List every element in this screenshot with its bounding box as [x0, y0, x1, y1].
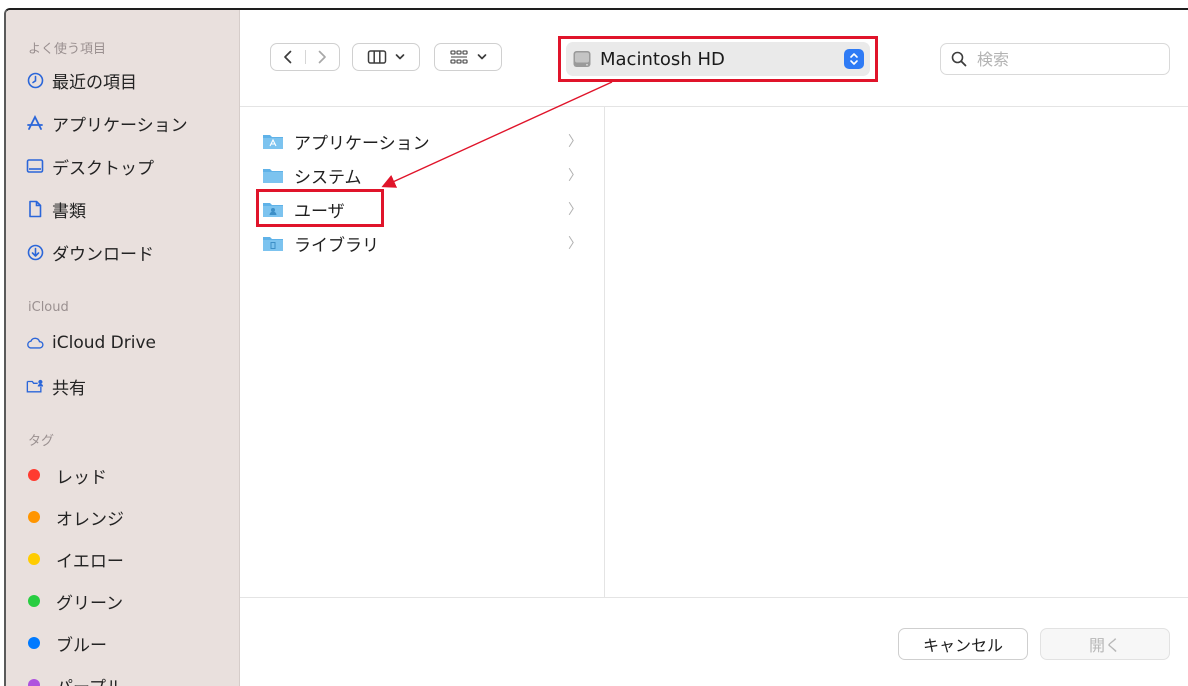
sidebar-section-icloud: iCloud [28, 300, 69, 315]
browser-column: アプリケーション 〉 システム 〉 ユーザ 〉 ライブラリ 〉 [240, 107, 605, 597]
tag-label: イエロー [56, 547, 124, 572]
sidebar-item-recents[interactable]: 最近の項目 [26, 65, 137, 95]
search-field[interactable] [940, 43, 1170, 75]
tag-color-dot [28, 553, 40, 565]
sidebar-section-favorites: よく使う項目 [28, 38, 106, 57]
shared-folder-icon [26, 377, 44, 395]
sidebar-section-tags: タグ [28, 430, 54, 449]
toolbar: Macintosh HD [240, 10, 1188, 107]
sidebar-item-label: 共有 [52, 374, 86, 399]
hard-drive-icon [572, 49, 592, 69]
tag-color-dot [28, 637, 40, 649]
apps-icon [26, 114, 44, 132]
tag-label: オレンジ [56, 505, 124, 530]
tag-color-dot [28, 511, 40, 523]
tag-color-dot [28, 469, 40, 481]
tag-color-dot [28, 679, 40, 686]
search-input[interactable] [975, 49, 1149, 70]
sidebar-item-label: 最近の項目 [52, 68, 137, 93]
document-icon [26, 200, 44, 218]
tag-item-green[interactable]: グリーン [26, 586, 123, 616]
tag-item-red[interactable]: レッド [26, 460, 107, 490]
sidebar-item-label: アプリケーション [52, 111, 188, 136]
list-item-library[interactable]: ライブラリ 〉 [262, 228, 582, 258]
open-file-dialog: よく使う項目 最近の項目 アプリケーション デスクトップ 書類 [4, 8, 1188, 686]
location-label: Macintosh HD [600, 49, 725, 70]
list-item-label: システム [294, 163, 362, 188]
back-button[interactable] [271, 50, 306, 64]
list-item-users[interactable]: ユーザ 〉 [262, 194, 582, 224]
clock-icon [26, 71, 44, 89]
system-folder-icon [262, 166, 284, 184]
chevron-down-icon [395, 53, 405, 61]
list-item-label: ライブラリ [294, 231, 379, 256]
chevron-right-icon: 〉 [568, 199, 582, 219]
tag-label: レッド [56, 463, 107, 488]
applications-folder-icon [262, 132, 284, 150]
tag-color-dot [28, 595, 40, 607]
tag-label: ブルー [56, 631, 107, 656]
sidebar-item-shared[interactable]: 共有 [26, 371, 86, 401]
chevron-down-icon [477, 53, 487, 61]
chevron-right-icon: 〉 [568, 165, 582, 185]
tag-item-orange[interactable]: オレンジ [26, 502, 124, 532]
sidebar-item-label: 書類 [52, 197, 86, 222]
forward-button[interactable] [306, 50, 340, 64]
group-by-button[interactable] [434, 43, 502, 71]
sidebar: よく使う項目 最近の項目 アプリケーション デスクトップ 書類 [6, 10, 240, 686]
list-item-label: アプリケーション [294, 129, 430, 154]
tag-item-blue[interactable]: ブルー [26, 628, 107, 658]
sidebar-item-label: デスクトップ [52, 154, 154, 179]
sidebar-item-icloud-drive[interactable]: iCloud Drive [26, 328, 156, 358]
location-popup[interactable]: Macintosh HD [566, 42, 870, 76]
chevron-right-icon: 〉 [568, 131, 582, 151]
desktop-icon [26, 157, 44, 175]
chevron-right-icon [317, 50, 327, 64]
cancel-button[interactable]: キャンセル [898, 628, 1028, 660]
sidebar-item-downloads[interactable]: ダウンロード [26, 237, 154, 267]
cloud-icon [26, 334, 44, 352]
open-button[interactable]: 開く [1040, 628, 1170, 660]
chevron-left-icon [283, 50, 293, 64]
popup-stepper-icon [844, 49, 864, 69]
grid-group-icon [449, 49, 469, 65]
footer-bar: キャンセル 開く [240, 597, 1188, 686]
sidebar-item-label: ダウンロード [52, 240, 154, 265]
list-item-label: ユーザ [294, 197, 345, 222]
sidebar-item-label: iCloud Drive [52, 333, 156, 353]
view-mode-button[interactable] [352, 43, 420, 71]
back-forward-group [270, 43, 340, 71]
columns-view-icon [367, 49, 387, 65]
search-icon [951, 51, 967, 67]
sidebar-item-desktop[interactable]: デスクトップ [26, 151, 154, 181]
tag-item-yellow[interactable]: イエロー [26, 544, 124, 574]
users-folder-icon [262, 200, 284, 218]
library-folder-icon [262, 234, 284, 252]
sidebar-item-applications[interactable]: アプリケーション [26, 108, 188, 138]
sidebar-item-documents[interactable]: 書類 [26, 194, 86, 224]
download-icon [26, 243, 44, 261]
list-item-system[interactable]: システム 〉 [262, 160, 582, 190]
tag-label: グリーン [56, 589, 123, 614]
list-item-applications[interactable]: アプリケーション 〉 [262, 126, 582, 156]
chevron-right-icon: 〉 [568, 233, 582, 253]
